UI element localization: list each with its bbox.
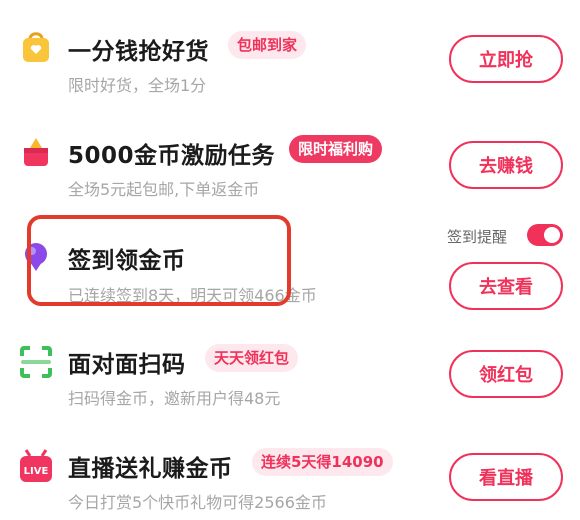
task-row-scan: 面对面扫码 天天领红包 扫码得金币，邀新用户得48元 领红包 [0, 312, 580, 416]
claim-red-packet-button[interactable]: 领红包 [449, 350, 563, 398]
highlight-box [27, 215, 291, 306]
task-subtitle: 今日打赏5个快币礼物可得2566金币 [68, 493, 327, 512]
task-title: 直播送礼赚金币 [68, 456, 233, 482]
live-icon-text: LIVE [24, 466, 49, 477]
task-badge: 包邮到家 [228, 31, 307, 59]
task-badge: 限时福利购 [289, 135, 383, 163]
checkin-reminder-label: 签到提醒 [447, 228, 508, 246]
task-subtitle: 扫码得金币，邀新用户得48元 [68, 389, 281, 408]
task-row-live: LIVE 直播送礼赚金币 连续5天得14090 今日打赏5个快币礼物可得2566… [0, 416, 580, 520]
task-subtitle: 限时好货，全场1分 [68, 76, 207, 95]
task-title: 面对面扫码 [68, 352, 186, 378]
live-icon: LIVE [18, 448, 54, 484]
checkin-reminder-toggle[interactable] [527, 224, 563, 246]
task-badge: 天天领红包 [205, 344, 299, 372]
task-title: 5000金币激励任务 [68, 143, 276, 169]
scan-icon [18, 344, 54, 380]
earn-money-button[interactable]: 去赚钱 [449, 141, 563, 189]
view-checkin-button[interactable]: 去查看 [449, 262, 563, 310]
task-row-coin-incentive: 5000金币激励任务 限时福利购 全场5元起包邮,下单返金币 去赚钱 [0, 104, 580, 208]
task-row-one-cent: 一分钱抢好货 包邮到家 限时好货，全场1分 立即抢 [0, 0, 580, 104]
grab-now-button[interactable]: 立即抢 [449, 35, 563, 83]
shopping-bag-icon [18, 28, 54, 64]
gift-box-icon [18, 134, 54, 170]
task-title: 一分钱抢好货 [68, 39, 209, 65]
task-badge: 连续5天得14090 [252, 448, 393, 476]
watch-live-button[interactable]: 看直播 [449, 453, 563, 501]
task-subtitle: 全场5元起包邮,下单返金币 [68, 180, 260, 199]
